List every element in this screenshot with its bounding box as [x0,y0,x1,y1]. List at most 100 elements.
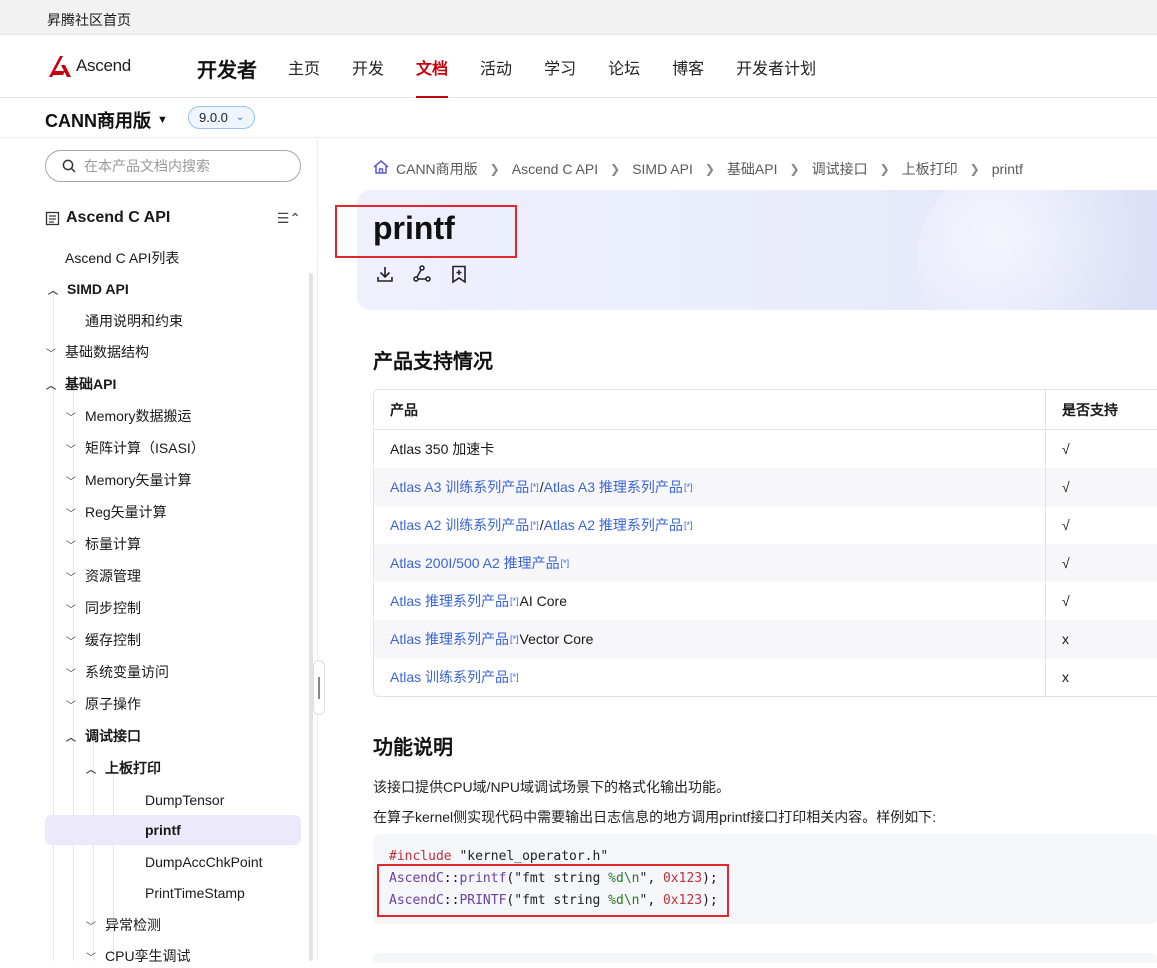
footnote-marker[interactable]: [*] [684,520,693,530]
chevron-down-icon[interactable]: ﹀ [65,473,77,488]
footnote-marker[interactable]: [*] [561,558,570,568]
chevron-down-icon[interactable]: ﹀ [85,949,97,964]
product-link[interactable]: Atlas A3 训练系列产品 [390,477,529,497]
search-input[interactable] [84,158,284,174]
tree-item-label: Memory数据搬运 [85,408,192,424]
tree-item[interactable]: ﹀ 基础数据结构 [45,340,149,364]
product-link[interactable]: Atlas 推理系列产品 [390,591,509,611]
api-tree-title: Ascend C API [66,209,171,226]
chevron-down-icon[interactable]: ﹀ [65,537,77,552]
section-title[interactable]: 开发者 [197,54,257,83]
version-selector[interactable]: 9.0.0 ⌄ [188,106,256,129]
chevron-down-icon[interactable]: ﹀ [65,505,77,520]
tree-item-label: CPU孪生调试 [105,948,191,964]
nav-item[interactable]: 论坛 [592,35,656,98]
nav-item[interactable]: 文档 [400,35,464,98]
tree-item[interactable]: PrintTimeStamp [145,881,245,905]
api-tree-header: Ascend C API ☰⌃ [45,209,305,227]
footnote-marker[interactable]: [*] [530,482,539,492]
breadcrumb-item[interactable]: 调试接口 [812,159,868,179]
product-name: CANN商用版 [45,111,151,131]
tree-item[interactable]: DumpAccChkPoint [145,850,263,874]
site-home-link[interactable]: 昇腾社区首页 [47,10,131,30]
search-box[interactable] [45,150,301,182]
product-cell: Atlas 推理系列产品 [*] Vector Core [374,620,1046,658]
tree-item[interactable]: ﹀ 缓存控制 [65,628,141,652]
chevron-down-icon[interactable]: ﹀ [45,345,57,360]
sidebar-resize-handle[interactable] [313,660,325,715]
tree-item[interactable]: ﹀ 异常检测 [85,913,161,937]
product-link[interactable]: Atlas 训练系列产品 [390,667,509,687]
breadcrumb-item[interactable]: 上板打印 [902,159,958,179]
download-icon[interactable] [375,264,395,284]
nav-item[interactable]: 主页 [272,35,336,98]
breadcrumb-item[interactable]: CANN商用版 [396,159,478,179]
nav-item[interactable]: 博客 [656,35,720,98]
chevron-down-icon[interactable]: ﹀ [65,665,77,680]
sidebar-scrollbar[interactable] [309,273,313,961]
tree-item[interactable]: ﹀ Reg矢量计算 [65,500,167,524]
chevron-down-icon[interactable]: ﹀ [65,409,77,424]
product-text: AI Core [519,593,567,609]
chevron-up-icon[interactable]: ︿ [45,377,57,392]
product-link[interactable]: Atlas 200I/500 A2 推理产品 [390,553,560,573]
tree-item[interactable]: DumpTensor [145,788,224,812]
tree-item[interactable]: Ascend C API列表 [65,246,179,270]
footnote-marker[interactable]: [*] [530,520,539,530]
footnote-marker[interactable]: [*] [510,672,519,682]
tree-item-selected[interactable]: printf [45,815,301,845]
nav-item[interactable]: 活动 [464,35,528,98]
tree-item[interactable]: ︿ 基础API [45,372,116,396]
tree-item[interactable]: ﹀ 原子操作 [65,692,141,716]
home-icon[interactable] [372,158,396,179]
product-link[interactable]: Atlas A2 推理系列产品 [544,515,683,535]
tree-item[interactable]: ︿ 调试接口 [65,724,141,748]
product-link[interactable]: Atlas 推理系列产品 [390,629,509,649]
footnote-marker[interactable]: [*] [510,634,519,644]
tree-item-label: 资源管理 [85,568,141,584]
product-selector[interactable]: CANN商用版 ▼ [45,107,168,133]
tree-item[interactable]: ﹀ 矩阵计算（ISASI） [65,436,205,460]
chevron-up-icon[interactable]: ︿ [85,761,97,776]
tree-item[interactable]: 通用说明和约束 [85,309,183,333]
nav-item[interactable]: 开发 [336,35,400,98]
nav-item[interactable]: 学习 [528,35,592,98]
product-link[interactable]: Atlas A2 训练系列产品 [390,515,529,535]
tree-item[interactable]: ﹀ 标量计算 [65,532,141,556]
tree-item[interactable]: ﹀ 同步控制 [65,596,141,620]
chevron-down-icon: ⌄ [235,112,245,123]
chevron-down-icon[interactable]: ﹀ [65,569,77,584]
ascend-logo[interactable]: Ascend [47,53,131,79]
chevron-right-icon: ❯ [879,161,890,176]
product-cell: Atlas 350 加速卡 [374,430,1046,468]
tree-item[interactable]: ﹀ 系统变量访问 [65,660,169,684]
collapse-all-icon[interactable]: ☰⌃ [277,210,301,227]
tree-item[interactable]: ﹀ Memory矢量计算 [65,468,192,492]
tree-item[interactable]: ︿ SIMD API [47,277,129,301]
product-link[interactable]: Atlas A3 推理系列产品 [544,477,683,497]
support-cell: √ [1062,479,1070,495]
chevron-down-icon[interactable]: ﹀ [85,918,97,933]
nav-item[interactable]: 开发者计划 [720,35,832,98]
tree-item[interactable]: ﹀ 资源管理 [65,564,141,588]
chevron-up-icon[interactable]: ︿ [47,282,59,297]
tree-item[interactable]: ︿ 上板打印 [85,756,161,780]
bookmark-add-icon[interactable] [449,264,469,284]
breadcrumb-item[interactable]: Ascend C API [512,161,598,177]
tree-item[interactable]: ﹀ Memory数据搬运 [65,404,192,428]
footnote-marker[interactable]: [*] [684,482,693,492]
product-cell: Atlas 200I/500 A2 推理产品 [*] [374,544,1046,582]
chevron-down-icon[interactable]: ﹀ [65,633,77,648]
share-icon[interactable] [412,264,432,284]
main-header: Ascend 开发者 主页 开发 文档 活动 学习 论坛 博客 开发者计划 [0,35,1157,98]
chevron-down-icon[interactable]: ﹀ [65,441,77,456]
chevron-down-icon[interactable]: ﹀ [65,601,77,616]
chevron-down-icon[interactable]: ﹀ [65,697,77,712]
breadcrumb-item[interactable]: 基础API [727,159,778,179]
chevron-right-icon: ❯ [969,161,980,176]
footnote-marker[interactable]: [*] [510,596,519,606]
table-row: Atlas A3 训练系列产品 [*] / Atlas A3 推理系列产品 [*] √ [374,468,1157,506]
tree-item[interactable]: ﹀ CPU孪生调试 [85,944,191,968]
breadcrumb-item[interactable]: SIMD API [632,161,693,177]
chevron-up-icon[interactable]: ︿ [65,729,77,744]
